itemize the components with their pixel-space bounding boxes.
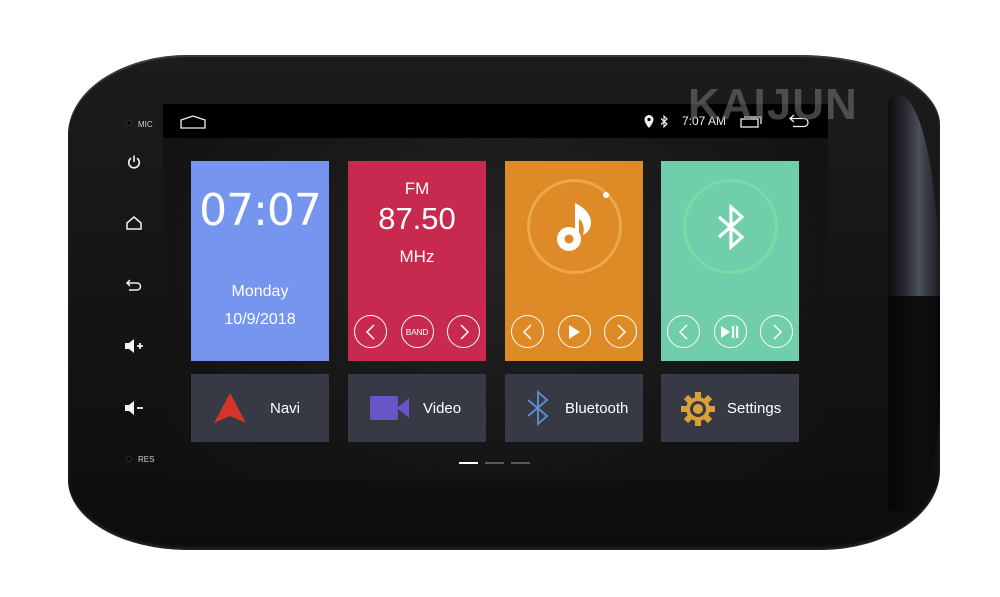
play-pause-icon	[721, 325, 739, 338]
volume-up-icon	[125, 339, 143, 353]
gear-icon	[681, 392, 715, 426]
home-button[interactable]	[124, 213, 144, 233]
music-ring	[527, 179, 622, 274]
music-note-icon	[556, 202, 591, 251]
next-icon	[459, 323, 469, 340]
screen: 7:07 AM 07:07 Monday 10/9/2018 FM 87.50 …	[163, 104, 828, 481]
volume-up-button[interactable]	[124, 336, 144, 356]
band-label: BAND	[405, 326, 429, 337]
app-label: Video	[423, 400, 462, 417]
nav-home-button[interactable]	[180, 115, 206, 134]
bluetooth-ring	[683, 179, 778, 274]
app-video[interactable]: Video	[348, 374, 486, 442]
bt-next-button[interactable]	[760, 315, 793, 348]
clock-date: 10/9/2018	[224, 311, 296, 328]
back-button[interactable]	[124, 275, 144, 295]
brand-watermark: KAIJUN	[688, 80, 858, 129]
music-next-button[interactable]	[604, 315, 637, 348]
next-icon	[772, 323, 782, 340]
location-pin-icon	[644, 114, 654, 128]
app-settings[interactable]: Settings	[661, 374, 799, 442]
page-dot-3[interactable]	[511, 462, 530, 464]
progress-dot	[603, 192, 609, 198]
power-button[interactable]	[124, 152, 144, 172]
mic-label: MIC	[138, 120, 153, 129]
bluetooth-icon	[660, 114, 668, 128]
app-label: Bluetooth	[565, 400, 629, 417]
clock-day: Monday	[231, 283, 289, 300]
bluetooth-music-widget[interactable]	[661, 161, 799, 361]
prev-icon	[522, 323, 532, 340]
navigation-arrow-icon	[214, 393, 246, 423]
music-play-button[interactable]	[557, 315, 591, 348]
play-icon	[569, 324, 580, 339]
page-dot-2[interactable]	[485, 462, 504, 464]
bluetooth-icon	[527, 390, 549, 426]
radio-band-button[interactable]: BAND	[400, 315, 434, 348]
reset-label: RES	[138, 455, 155, 464]
app-bluetooth[interactable]: Bluetooth	[505, 374, 643, 442]
reset-hole[interactable]	[126, 456, 132, 462]
radio-frequency: 87.50	[378, 201, 456, 236]
music-prev-button[interactable]	[511, 315, 544, 348]
volume-down-icon	[125, 401, 143, 415]
music-widget[interactable]	[505, 161, 643, 361]
app-label: Settings	[727, 400, 782, 417]
home-icon	[126, 216, 142, 230]
radio-prev-button[interactable]	[354, 315, 387, 348]
bt-play-pause-button[interactable]	[713, 315, 747, 348]
app-navi[interactable]: Navi	[191, 374, 329, 442]
video-camera-icon	[370, 396, 409, 420]
page-indicator	[459, 462, 530, 464]
clock-widget[interactable]: 07:07 Monday 10/9/2018	[191, 161, 329, 361]
radio-unit: MHz	[399, 247, 435, 266]
radio-band: FM	[404, 179, 430, 198]
next-icon	[616, 323, 626, 340]
volume-down-button[interactable]	[124, 398, 144, 418]
bluetooth-icon	[717, 203, 744, 250]
radio-next-button[interactable]	[447, 315, 480, 348]
mic-hole	[126, 120, 132, 126]
clock-time: 07:07	[199, 185, 322, 236]
radio-widget[interactable]: FM 87.50 MHz BAND	[348, 161, 486, 361]
prev-icon	[365, 323, 375, 340]
home-outline-icon	[180, 115, 206, 129]
app-label: Navi	[270, 400, 301, 417]
back-icon	[125, 279, 142, 291]
bt-prev-button[interactable]	[667, 315, 700, 348]
prev-icon	[678, 323, 688, 340]
page-dot-1[interactable]	[459, 462, 478, 464]
power-icon	[127, 155, 141, 169]
